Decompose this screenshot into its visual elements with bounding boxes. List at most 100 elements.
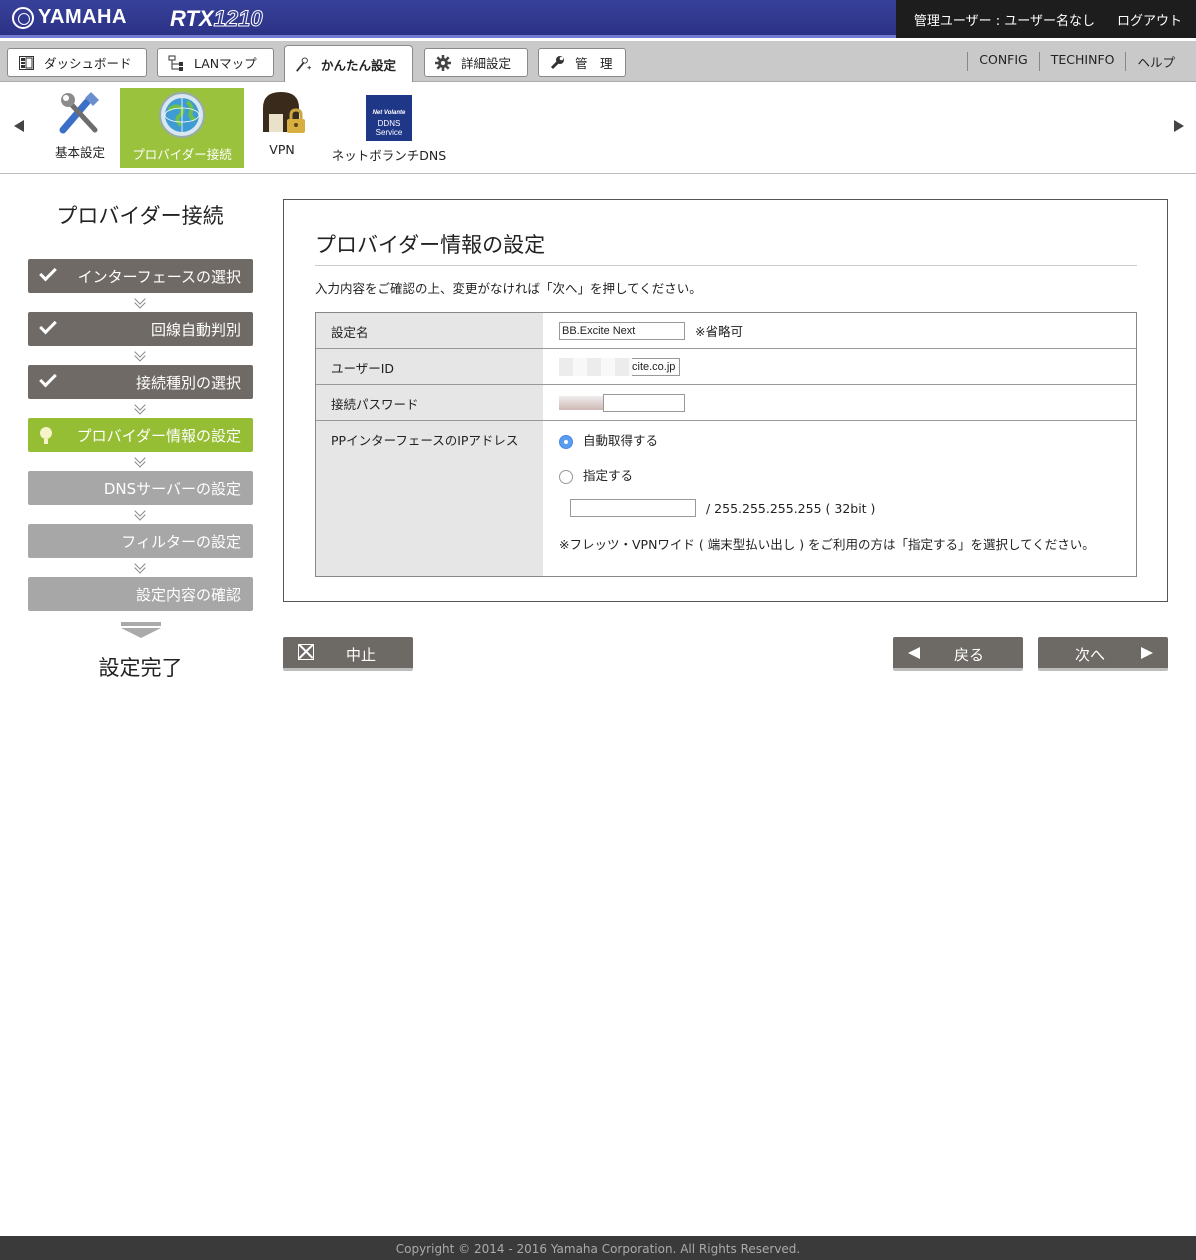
radio-manual[interactable] — [559, 469, 573, 484]
model-number: 1210 — [213, 6, 263, 32]
check-icon — [39, 369, 57, 388]
brand-name: YAMAHA — [38, 6, 127, 28]
globe-icon — [157, 90, 207, 140]
ddns-logo-text: Net Volante — [372, 110, 406, 116]
help-link[interactable]: ヘルプ — [1125, 52, 1186, 71]
optional-note: ※省略可 — [695, 324, 743, 339]
tab-advanced-settings[interactable]: 詳細設定 — [424, 48, 528, 77]
dashboard-icon — [18, 55, 34, 71]
step-filter: フィルターの設定 — [28, 524, 253, 558]
tuning-fork-logo-icon — [12, 6, 34, 29]
provider-info-panel: プロバイダー情報の設定 入力内容をご確認の上、変更がなければ「次へ」を押してくだ… — [283, 199, 1168, 602]
lan-map-icon — [168, 55, 184, 71]
tab-label: 詳細設定 — [461, 56, 512, 71]
config-link[interactable]: CONFIG — [967, 52, 1038, 71]
row-password: 接続パスワード — [316, 385, 1136, 421]
step-label: DNSサーバーの設定 — [103, 479, 241, 498]
main-nav: ダッシュボード LANマップ かんたん設定 詳細設定 管 理 CONFIG TE… — [0, 41, 1196, 83]
button-label: 中止 — [346, 646, 377, 664]
wizard-basic-settings[interactable]: 基本設定 — [46, 88, 114, 168]
arrow-down-icon — [121, 622, 161, 640]
steps-title: プロバイダー接続 — [56, 204, 224, 228]
yamaha-logo: YAMAHA — [12, 6, 127, 29]
utility-links: CONFIG TECHINFO ヘルプ — [967, 52, 1186, 71]
radio-manual-option[interactable]: 指定する — [559, 465, 633, 484]
wand-icon — [295, 56, 311, 73]
step-label: 接続種別の選択 — [135, 373, 241, 392]
cancel-button[interactable]: 中止 — [283, 637, 413, 671]
button-label: 戻る — [954, 646, 985, 664]
step-confirm: 設定内容の確認 — [28, 577, 253, 611]
step-label: プロバイダー情報の設定 — [76, 426, 241, 445]
techinfo-link[interactable]: TECHINFO — [1038, 52, 1126, 71]
user-label: 管理ユーザー : ユーザー名なし — [913, 13, 1095, 29]
step-interface-select: インターフェースの選択 — [28, 259, 253, 293]
step-label: 設定内容の確認 — [135, 585, 241, 604]
ddns-logo-text: DDNS — [377, 119, 401, 128]
check-icon — [39, 316, 57, 335]
tab-lan-map[interactable]: LANマップ — [157, 48, 274, 77]
step-line-auto-detect: 回線自動判別 — [28, 312, 253, 346]
ip-address-input[interactable] — [570, 499, 696, 517]
field-label: 接続パスワード — [316, 385, 543, 420]
tab-label: LANマップ — [194, 56, 257, 71]
back-button[interactable]: 戻る — [893, 637, 1023, 671]
step-label: 回線自動判別 — [150, 320, 241, 339]
radio-label: 指定する — [583, 468, 634, 483]
wizard-vpn[interactable]: VPN — [254, 88, 310, 168]
field-label: ユーザーID — [316, 349, 543, 384]
next-button[interactable]: 次へ — [1038, 637, 1168, 671]
radio-auto[interactable] — [559, 434, 573, 449]
wizard-netvolante-dns[interactable]: Net Volante DDNS Service ネットボランチDNS — [326, 88, 452, 168]
model-name: RTX1210 — [170, 6, 263, 32]
wizard-label: プロバイダー接続 — [132, 147, 232, 162]
user-box: 管理ユーザー : ユーザー名なし ログアウト — [896, 0, 1196, 38]
tab-easy-setup[interactable]: かんたん設定 — [284, 45, 413, 83]
chevron-down-icon — [134, 346, 146, 365]
button-label: 次へ — [1075, 646, 1106, 664]
scroll-right-arrow-icon[interactable] — [1174, 120, 1184, 132]
row-pp-ip-address: PPインターフェースのIPアドレス 自動取得する 指定する / 255.255.… — [316, 421, 1136, 576]
row-user-id: ユーザーID cite.co.jp — [316, 349, 1136, 385]
top-header: YAMAHA RTX1210 管理ユーザー : ユーザー名なし ログアウト — [0, 0, 1196, 38]
tab-management[interactable]: 管 理 — [538, 48, 626, 77]
wizard-provider-connection[interactable]: プロバイダー接続 — [120, 88, 244, 168]
tools-icon — [55, 88, 105, 138]
tab-label: かんたん設定 — [321, 58, 397, 73]
check-icon — [39, 263, 57, 282]
arrow-left-icon — [908, 647, 920, 659]
page-title: プロバイダー情報の設定 — [315, 233, 546, 257]
ddns-logo-text: Service — [375, 128, 403, 137]
radio-auto-option[interactable]: 自動取得する — [559, 430, 658, 449]
wizard-icon-bar: 基本設定 プロバイダー接続 VPN Net Volante DDNS Servi… — [0, 82, 1196, 174]
title-divider — [315, 265, 1137, 266]
radio-label: 自動取得する — [583, 433, 659, 448]
tab-label: 管 理 — [575, 56, 613, 71]
model-prefix: RTX — [170, 6, 214, 31]
redacted-block — [559, 395, 603, 410]
vpn-lock-icon — [257, 88, 307, 138]
chevron-down-icon — [134, 399, 146, 418]
scroll-left-arrow-icon[interactable] — [14, 120, 24, 132]
password-input[interactable] — [603, 393, 685, 412]
logout-link[interactable]: ログアウト — [1117, 10, 1182, 29]
wizard-label: 基本設定 — [54, 145, 105, 160]
flets-note: ※フレッツ・VPNワイド ( 端末型払い出し ) をご利用の方は「指定する」を選… — [559, 537, 1095, 552]
ddns-service-icon: Net Volante DDNS Service — [366, 95, 412, 141]
step-provider-info: プロバイダー情報の設定 — [28, 418, 253, 452]
router-admin-page: YAMAHA RTX1210 管理ユーザー : ユーザー名なし ログアウト ダッ… — [0, 0, 1196, 1260]
chevron-down-icon — [134, 558, 146, 577]
tab-label: ダッシュボード — [44, 56, 132, 71]
setting-name-input[interactable] — [559, 321, 685, 340]
user-id-input[interactable]: cite.co.jp — [632, 357, 681, 376]
netmask-label: / 255.255.255.255 ( 32bit ) — [706, 500, 876, 516]
setup-complete-label: 設定完了 — [98, 656, 183, 680]
lightbulb-icon — [40, 427, 52, 444]
footer-copyright: Copyright © 2014 - 2016 Yamaha Corporati… — [0, 1236, 1196, 1260]
step-dns-server: DNSサーバーの設定 — [28, 471, 253, 505]
tab-dashboard[interactable]: ダッシュボード — [7, 48, 147, 77]
page-description: 入力内容をご確認の上、変更がなければ「次へ」を押してください。 — [315, 281, 702, 296]
wrench-icon — [549, 55, 565, 71]
step-connection-type: 接続種別の選択 — [28, 365, 253, 399]
gear-icon — [435, 54, 451, 71]
